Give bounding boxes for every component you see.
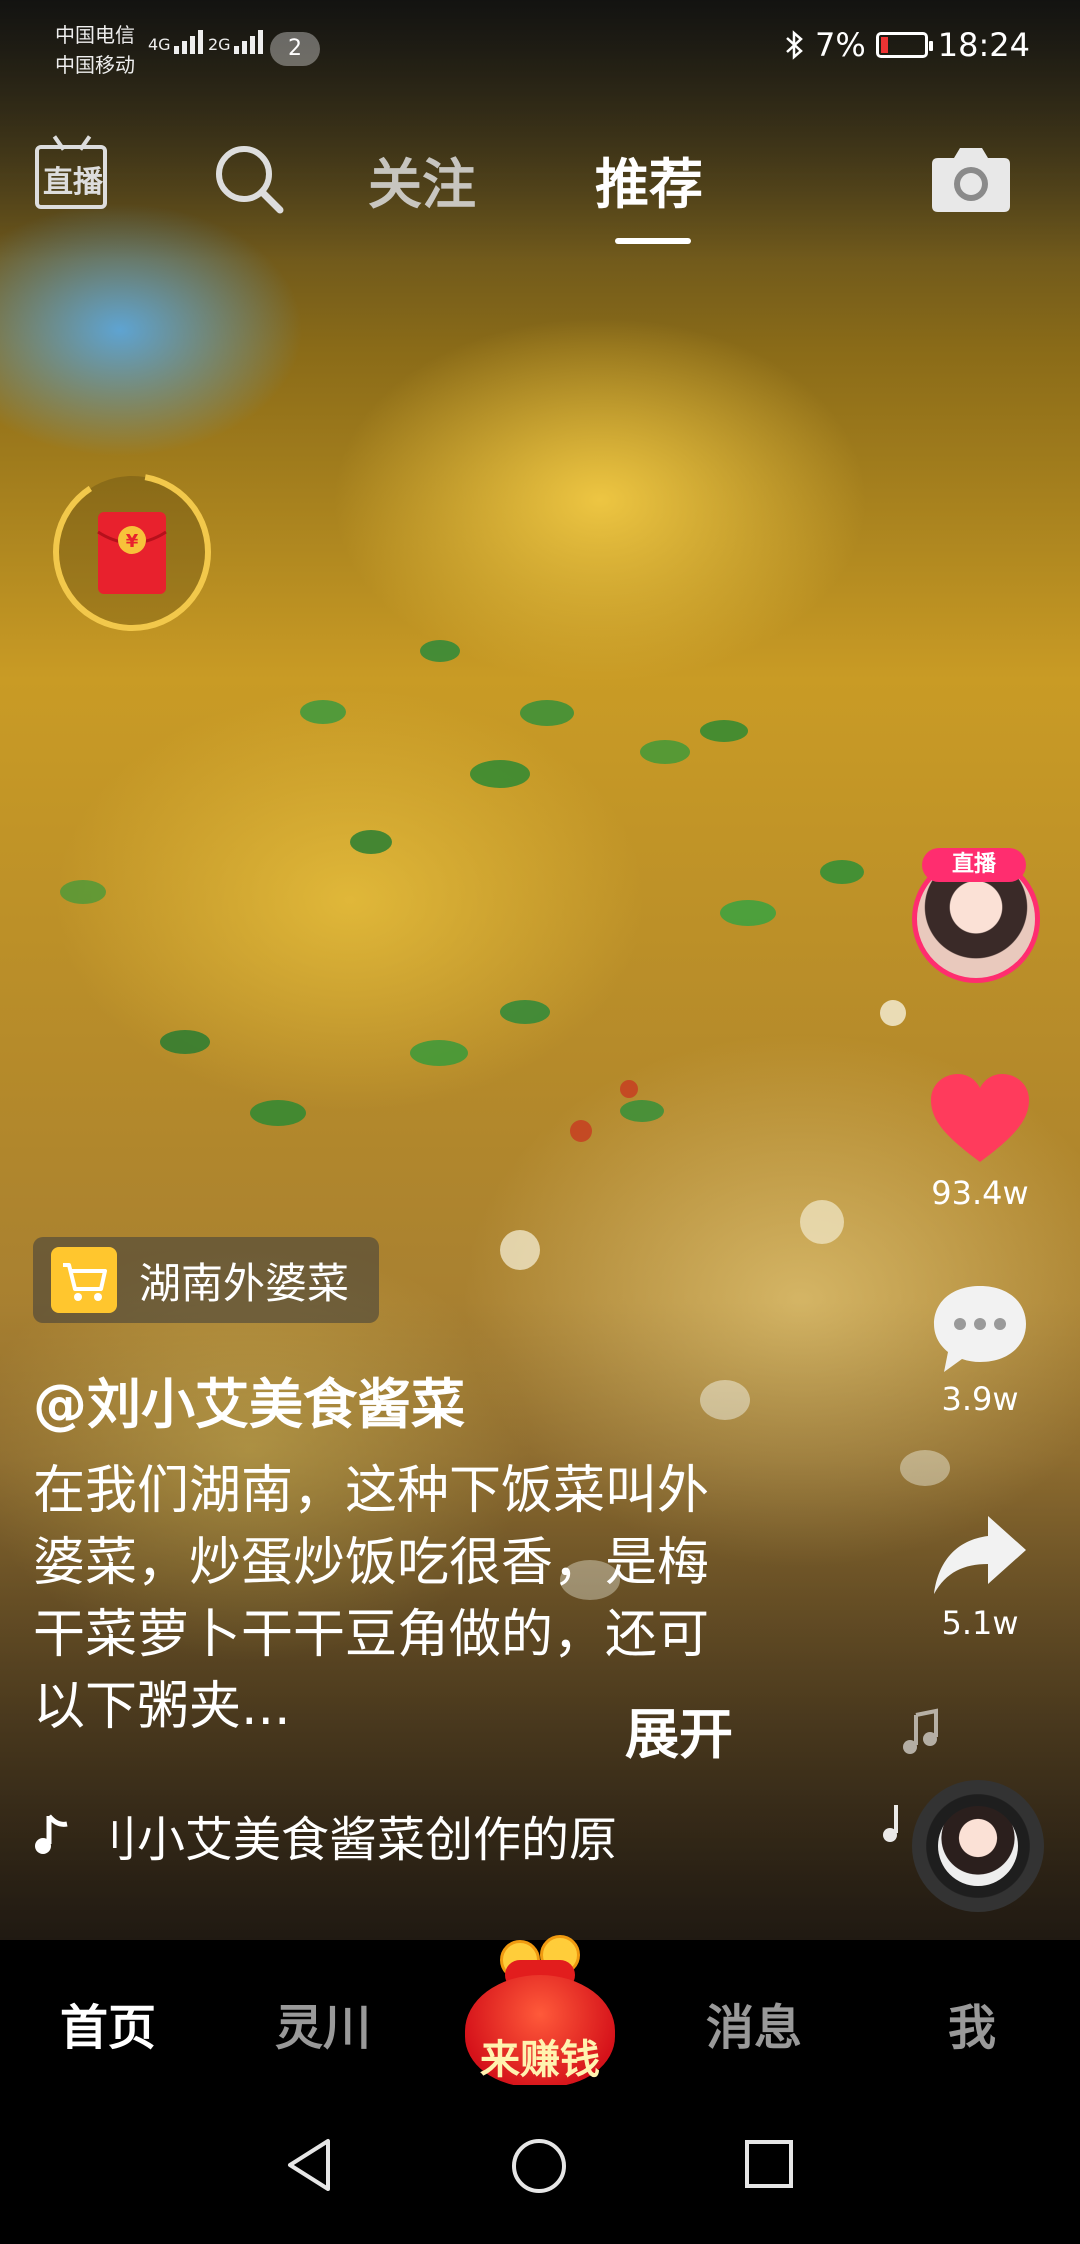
comment-icon bbox=[934, 1286, 1026, 1372]
bottom-tab-bar: 首页 灵川 来赚钱 消息 我 bbox=[0, 1935, 1080, 2087]
top-nav: 直播 关注 推荐 bbox=[0, 120, 1080, 244]
svg-text:¥: ¥ bbox=[126, 531, 139, 552]
share-icon bbox=[934, 1516, 1026, 1594]
like-count: 93.4w bbox=[931, 1174, 1029, 1212]
status-right: 7% 18:24 bbox=[785, 26, 1030, 64]
active-tab-indicator bbox=[615, 238, 691, 244]
cart-icon bbox=[51, 1247, 117, 1313]
shop-tag-label: 湖南外婆菜 bbox=[139, 1258, 350, 1308]
carrier-labels: 中国电信 中国移动 bbox=[55, 20, 135, 80]
system-nav-bar bbox=[0, 2085, 1080, 2244]
back-icon[interactable] bbox=[282, 2135, 338, 2195]
home-icon[interactable] bbox=[510, 2137, 568, 2195]
battery-icon bbox=[875, 32, 933, 58]
music-info[interactable]: 刂小艾美食酱菜创作的原 bbox=[33, 1805, 643, 1865]
clock: 18:24 bbox=[937, 26, 1030, 64]
share-count: 5.1w bbox=[941, 1604, 1019, 1642]
notification-count-badge: 2 bbox=[270, 32, 320, 66]
live-label: 直播 bbox=[43, 165, 103, 200]
like-button[interactable]: 93.4w bbox=[905, 1070, 1055, 1212]
search-button[interactable] bbox=[210, 140, 290, 220]
music-cover-avatar bbox=[938, 1806, 1018, 1886]
earn-money-label: 来赚钱 bbox=[480, 2037, 600, 2083]
tab-recommend[interactable]: 推荐 bbox=[595, 140, 703, 219]
tab-messages[interactable]: 消息 bbox=[706, 1988, 802, 2058]
tab-me[interactable]: 我 bbox=[948, 1988, 996, 2058]
red-packet-icon: ¥ bbox=[53, 473, 211, 631]
expand-button[interactable]: 展开 bbox=[625, 1690, 733, 1769]
tab-follow[interactable]: 关注 bbox=[368, 140, 476, 219]
carrier-1: 中国电信 bbox=[55, 23, 135, 47]
signal-2-icon: 2G bbox=[208, 30, 263, 54]
carrier-2: 中国移动 bbox=[55, 53, 135, 77]
heart-icon bbox=[931, 1074, 1029, 1162]
camera-icon bbox=[932, 148, 1010, 212]
search-icon bbox=[216, 146, 284, 214]
red-packet-timer[interactable]: ¥ bbox=[50, 470, 214, 634]
comment-button[interactable]: 3.9w bbox=[905, 1280, 1055, 1418]
bluetooth-icon bbox=[786, 30, 803, 60]
live-badge: 直播 bbox=[922, 848, 1026, 882]
signal-1-icon: 4G bbox=[148, 30, 203, 54]
live-button[interactable]: 直播 bbox=[35, 135, 111, 211]
recents-icon[interactable] bbox=[744, 2139, 794, 2189]
music-note-icon bbox=[35, 1814, 68, 1854]
share-button[interactable]: 5.1w bbox=[905, 1510, 1055, 1642]
creator-username[interactable]: @刘小艾美食酱菜 bbox=[33, 1360, 465, 1439]
battery-percent: 7% bbox=[815, 26, 866, 64]
camera-button[interactable] bbox=[930, 140, 1012, 220]
earn-money-button[interactable]: 来赚钱 bbox=[460, 1935, 620, 2087]
music-disc[interactable] bbox=[912, 1780, 1044, 1912]
status-bar: 中国电信 中国移动 4G 2G 2 7% 18:24 bbox=[0, 0, 1080, 95]
shop-tag[interactable]: 湖南外婆菜 bbox=[33, 1237, 380, 1323]
music-title: 刂小艾美食酱菜创作的原 bbox=[89, 1812, 618, 1865]
comment-count: 3.9w bbox=[941, 1380, 1019, 1418]
tab-lingchuan[interactable]: 灵川 bbox=[275, 1988, 371, 2058]
tab-home[interactable]: 首页 bbox=[60, 1988, 156, 2058]
